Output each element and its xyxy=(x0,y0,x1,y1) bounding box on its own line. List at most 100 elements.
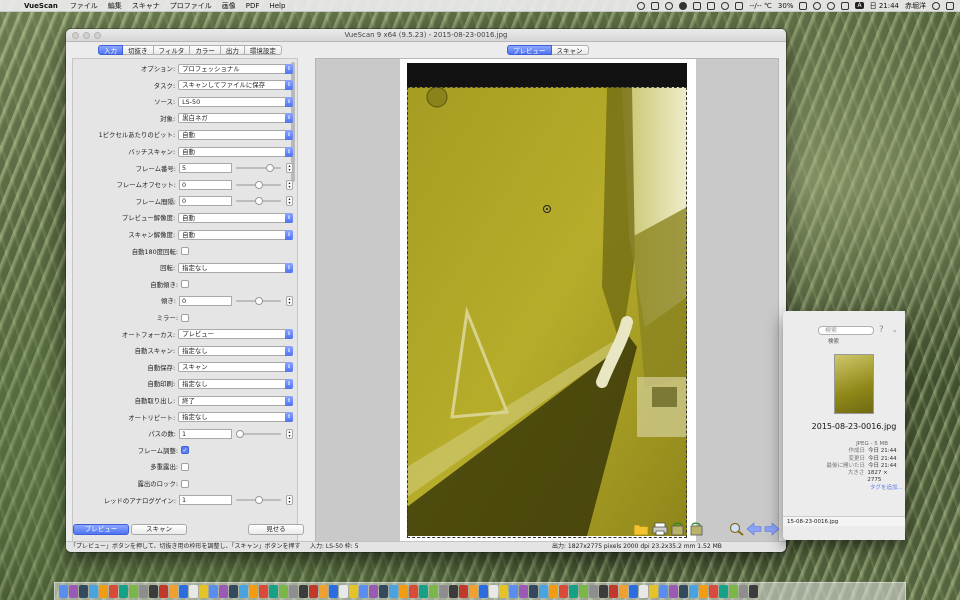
dock-app-icon[interactable] xyxy=(229,585,238,598)
option-slider[interactable] xyxy=(236,163,282,173)
dock-app-icon[interactable] xyxy=(149,585,158,598)
option-select[interactable]: プレビュー ⇕ xyxy=(178,329,293,340)
dock-app-icon[interactable] xyxy=(249,585,258,598)
tab-filter[interactable]: フィルタ xyxy=(153,45,191,55)
status-icon-4[interactable] xyxy=(679,1,688,10)
tab-preview[interactable]: プレビュー xyxy=(507,45,552,55)
print-icon[interactable] xyxy=(652,522,668,536)
dock-app-icon[interactable] xyxy=(269,585,278,598)
dock-app-icon[interactable] xyxy=(559,585,568,598)
dock-app-icon[interactable] xyxy=(319,585,328,598)
slider-thumb[interactable] xyxy=(255,180,263,189)
option-number-field[interactable]: 1 xyxy=(178,495,232,506)
menu-scanner[interactable]: スキャナ xyxy=(132,1,160,11)
dock-app-icon[interactable] xyxy=(239,585,248,598)
dock-app-icon[interactable] xyxy=(179,585,188,598)
dock-app-icon[interactable] xyxy=(419,585,428,598)
dock-app-icon[interactable] xyxy=(509,585,518,598)
rotate-left-icon[interactable] xyxy=(670,522,686,536)
dock-app-icon[interactable] xyxy=(109,585,118,598)
tab-color[interactable]: カラー xyxy=(190,45,221,55)
dock-app-icon[interactable] xyxy=(309,585,318,598)
option-slider[interactable] xyxy=(236,180,282,190)
rotate-right-icon[interactable] xyxy=(688,522,704,536)
dock-app-icon[interactable] xyxy=(369,585,378,598)
dock-app-icon[interactable] xyxy=(339,585,348,598)
option-checkbox[interactable] xyxy=(181,280,189,289)
option-checkbox[interactable]: ✓ xyxy=(181,446,189,455)
option-select[interactable]: 指定なし ⇕ xyxy=(178,412,293,423)
dock-app-icon[interactable] xyxy=(589,585,598,598)
scan-button[interactable]: スキャン xyxy=(131,524,187,535)
status-icon-5[interactable] xyxy=(693,1,702,10)
menu-edit[interactable]: 編集 xyxy=(108,1,122,11)
add-tags-link[interactable]: タグを追加... xyxy=(813,485,903,492)
dock-app-icon[interactable] xyxy=(569,585,578,598)
dock-app-icon[interactable] xyxy=(739,585,748,598)
dock-app-icon[interactable] xyxy=(579,585,588,598)
option-slider[interactable] xyxy=(236,296,282,306)
dock-app-icon[interactable] xyxy=(389,585,398,598)
option-checkbox[interactable] xyxy=(181,313,189,322)
menu-app-name[interactable]: VueScan xyxy=(24,2,58,10)
dock-app-icon[interactable] xyxy=(119,585,128,598)
dock-app-icon[interactable] xyxy=(699,585,708,598)
spotlight-icon[interactable] xyxy=(932,1,940,10)
option-select[interactable]: 指定なし ⇕ xyxy=(178,345,293,356)
dock-app-icon[interactable] xyxy=(499,585,508,598)
volume-icon[interactable] xyxy=(827,1,836,10)
dock-app-icon[interactable] xyxy=(279,585,288,598)
option-select[interactable]: スキャン ⇕ xyxy=(178,362,293,373)
dock-app-icon[interactable] xyxy=(729,585,738,598)
menu-user[interactable]: 赤堀洋 xyxy=(905,1,926,11)
dock-app-icon[interactable] xyxy=(719,585,728,598)
option-slider[interactable] xyxy=(236,429,282,439)
dock-app-icon[interactable] xyxy=(749,585,758,598)
dock-app-icon[interactable] xyxy=(209,585,218,598)
option-select[interactable]: スキャンしてファイルに保存 ⇕ xyxy=(178,80,293,91)
dock-app-icon[interactable] xyxy=(199,585,208,598)
finder-search-input[interactable]: 検索 xyxy=(818,326,874,335)
dock-app-icon[interactable] xyxy=(79,585,88,598)
slider-thumb[interactable] xyxy=(255,197,263,206)
dock-app-icon[interactable] xyxy=(409,585,418,598)
option-select[interactable]: 指定なし ⇕ xyxy=(178,378,293,389)
stepper-control[interactable]: ▴ ▾ xyxy=(286,179,294,190)
option-select[interactable]: 自動 ⇕ xyxy=(178,146,293,157)
menu-profile[interactable]: プロファイル xyxy=(170,1,212,11)
option-select[interactable]: 指定なし ⇕ xyxy=(178,262,293,273)
dock-app-icon[interactable] xyxy=(639,585,648,598)
status-icon-7[interactable] xyxy=(721,1,730,10)
option-number-field[interactable]: 1 xyxy=(178,428,232,439)
dock-app-icon[interactable] xyxy=(159,585,168,598)
dock-app-icon[interactable] xyxy=(529,585,538,598)
dock-app-icon[interactable] xyxy=(429,585,438,598)
status-icon-2[interactable] xyxy=(651,1,660,10)
option-number-field[interactable]: 0 xyxy=(178,196,232,207)
tab-input[interactable]: 入力 xyxy=(98,45,123,55)
dock-app-icon[interactable] xyxy=(679,585,688,598)
dock-app-icon[interactable] xyxy=(489,585,498,598)
dock-app-icon[interactable] xyxy=(449,585,458,598)
dock-app-icon[interactable] xyxy=(89,585,98,598)
option-select[interactable]: LS-50 ⇕ xyxy=(178,96,293,107)
wifi-icon[interactable] xyxy=(813,1,822,10)
menu-image[interactable]: 画像 xyxy=(222,1,236,11)
slider-thumb[interactable] xyxy=(236,429,244,438)
stepper-control[interactable]: ▴ ▾ xyxy=(286,295,294,306)
dock-app-icon[interactable] xyxy=(69,585,78,598)
option-slider[interactable] xyxy=(236,495,282,505)
dock-app-icon[interactable] xyxy=(129,585,138,598)
slider-thumb[interactable] xyxy=(255,496,263,505)
zoom-window-button[interactable] xyxy=(94,31,101,39)
dock-app-icon[interactable] xyxy=(459,585,468,598)
dock-app-icon[interactable] xyxy=(59,585,68,598)
tab-preferences[interactable]: 環境設定 xyxy=(244,45,282,55)
flag-icon[interactable] xyxy=(841,1,850,10)
dock-app-icon[interactable] xyxy=(539,585,548,598)
option-number-field[interactable]: 0 xyxy=(178,295,232,306)
tab-crop[interactable]: 切抜き xyxy=(123,45,154,55)
slider-thumb[interactable] xyxy=(266,164,275,173)
tab-scan[interactable]: スキャン xyxy=(551,45,589,55)
stepper-control[interactable]: ▴ ▾ xyxy=(286,428,294,439)
